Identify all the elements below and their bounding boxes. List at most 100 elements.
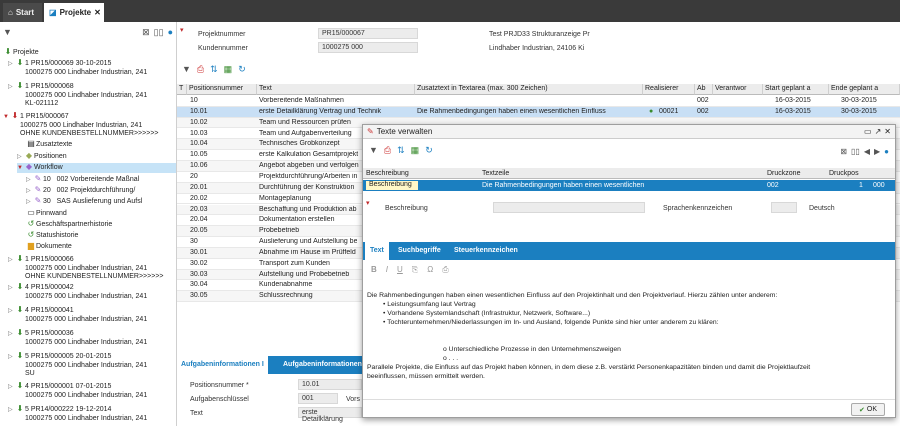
column-header[interactable]: Druckpos — [829, 170, 859, 177]
project-icon: ⬇ — [16, 282, 24, 291]
positionsnummer-field[interactable]: 10.01 — [298, 379, 362, 390]
project-icon: ⬇ — [16, 58, 24, 67]
project-title: Test PRJD33 Strukturanzeige Pr — [489, 31, 590, 38]
window-icon[interactable]: ▭ — [864, 127, 872, 136]
tree-workflow-step[interactable]: ▷ ✎ 20 002 Projektdurchführung/ — [26, 185, 135, 196]
tab-suchbegriffe[interactable]: Suchbegriffe — [393, 242, 446, 260]
column-header[interactable]: Zusatztext in Textarea (max. 300 Zeichen… — [415, 84, 643, 95]
refresh-icon[interactable]: ↻ — [425, 145, 433, 156]
table-row[interactable]: 10 Vorbereitende Maßnahmen 002 16-03-2015 30… — [177, 96, 900, 107]
beschreibung-label: Beschreibung — [385, 205, 428, 212]
binoculars-icon[interactable]: ▯▯ — [154, 27, 164, 38]
tree-project[interactable]: ▷ ⬇ 4 PR15/000041 1000275 000 Lindhaber Ind… — [8, 305, 147, 324]
tree-project[interactable]: ▷ ⬇ 1 PR15/000068 1000275 000 Lindhaber Ind… — [8, 81, 147, 109]
font-color-icon[interactable]: Ω — [427, 265, 433, 275]
paste-icon[interactable]: ⎘ — [412, 265, 418, 275]
sprache-value: Deutsch — [809, 205, 835, 212]
sort-icon[interactable]: ⇅ — [397, 145, 405, 156]
column-header[interactable]: Druckzone — [767, 170, 800, 177]
sprachenkennzeichen-field[interactable] — [771, 202, 797, 213]
tree-project[interactable]: ▷ ⬇ 5 PR14/000222 19-12-2014 1000275 000 Li… — [8, 404, 147, 423]
tree-item-pinnwand[interactable]: ▭Pinnwand — [26, 208, 67, 219]
tab-steuerkennzeichen[interactable]: Steuerkennzeichen — [449, 242, 523, 260]
projektnummer-label: Projektnummer — [198, 31, 246, 38]
workflow-icon: ◆ — [25, 162, 33, 171]
tree-project[interactable]: ▷ ⬇ 5 PR15/000036 1000275 000 Lindhaber Ind… — [8, 328, 147, 347]
filter-icon[interactable]: ▼ — [369, 145, 378, 156]
text-editor[interactable]: Die Rahmenbedingungen haben einen wesent… — [367, 291, 891, 381]
column-header[interactable]: Verantwor — [713, 84, 763, 95]
tree-item-history[interactable]: ↺ Geschäftspartnerhistorie — [26, 219, 113, 230]
beschreibung-field[interactable] — [493, 202, 645, 213]
print-icon[interactable]: ⎙ — [384, 145, 391, 156]
project-icon: ⬇ — [16, 351, 24, 360]
column-header[interactable]: Positionsnummer — [187, 84, 257, 95]
tree-root[interactable]: ⬇ Projekte — [3, 47, 39, 58]
filter-icon[interactable]: ▼ — [3, 27, 12, 37]
tree-item-dokumente[interactable]: ▆ Dokumente — [26, 241, 72, 252]
export-icon[interactable]: ▦ — [411, 145, 420, 156]
tab-start[interactable]: ⌂ Start — [3, 3, 42, 22]
column-header[interactable]: Text — [257, 84, 415, 95]
tab-aufgabeninformationen-2[interactable]: Aufgabeninformationen — [279, 356, 366, 374]
tab-text[interactable]: Text — [365, 242, 389, 260]
dialog-grid-row[interactable]: Beschreibung Die Rahmenbedingungen haben… — [363, 180, 895, 191]
tree-workflow-step[interactable]: ▷ ✎ 30 SAS Auslieferung und Aufsl — [26, 196, 142, 207]
project-tree-panel: ▼ ⊠ ▯▯ ● ⬇ Projekte ▷ ⬇ 1 PR15/000069 30-10… — [0, 22, 177, 426]
prev-icon[interactable]: ◀ — [864, 147, 870, 156]
column-header[interactable]: Textzeile — [482, 170, 509, 177]
check-icon: ✔ — [859, 406, 865, 414]
document-icon: ▤ — [27, 139, 35, 148]
dialog-toolbar: ▼ ⎙ ⇅ ▦ ↻ — [369, 145, 433, 156]
print-icon[interactable]: ⎙ — [442, 265, 448, 275]
column-header[interactable]: Ab — [695, 84, 713, 95]
project-icon: ⬇ — [11, 111, 19, 120]
column-header[interactable]: Start geplant a — [763, 84, 829, 95]
refresh-icon[interactable]: ↻ — [238, 64, 246, 75]
tree-project[interactable]: ▷ ⬇ 1 PR15/000069 30-10-2015 1000275 000 Li… — [8, 58, 147, 77]
column-header[interactable]: T — [177, 84, 187, 95]
filter-clear-icon[interactable]: ⊠ — [142, 27, 150, 38]
chart-icon: ◪ — [49, 8, 57, 17]
print-icon[interactable]: ⎙ — [197, 64, 204, 75]
kundennummer-field[interactable]: 1000275 000 — [318, 42, 418, 53]
underline-icon[interactable]: U — [397, 265, 403, 275]
tab-aufgabeninformationen-1[interactable]: Aufgabeninformationen I — [177, 356, 268, 374]
bold-icon[interactable]: B — [371, 265, 377, 275]
tab-projekte[interactable]: ◪ Projekte ✕ — [44, 3, 104, 22]
editor-toolbar: B I U ⎘ Ω ⎙ — [371, 265, 449, 275]
close-icon[interactable]: ✕ — [94, 8, 101, 17]
filter-icon[interactable]: ▼ — [182, 64, 191, 75]
project-icon: ⬇ — [4, 47, 12, 56]
filter-clear-icon[interactable]: ⊠ — [840, 147, 847, 156]
tree-item-workflow[interactable]: ▼ ◆ Workflow — [17, 162, 176, 173]
projektnummer-field[interactable]: PR15/000067 — [318, 28, 418, 39]
column-header[interactable]: Realisierer — [643, 84, 695, 95]
column-header[interactable]: Beschreibung — [366, 170, 409, 177]
aufgabenschluessel-extra: Vors — [346, 396, 361, 403]
tree-item-zusatztexte[interactable]: ▤Zusatztexte — [26, 139, 72, 150]
sort-icon[interactable]: ⇅ — [210, 64, 218, 75]
column-header[interactable]: Ende geplant a — [829, 84, 900, 95]
tree-project[interactable]: ▷ ⬇ 4 PR15/000042 1000275 000 Lindhaber Ind… — [8, 282, 147, 301]
tree-item-statushistorie[interactable]: ↺ Statushistorie — [26, 230, 79, 241]
beschreibung-cell-editor[interactable]: Beschreibung — [366, 181, 418, 190]
ok-button[interactable]: ✔ OK — [851, 403, 885, 416]
binoculars-icon[interactable]: ▯▯ — [851, 147, 860, 156]
export-icon[interactable]: ▦ — [224, 64, 233, 75]
table-row-selected[interactable]: 10.01 erste Detailklärung Vertrag und Tec… — [177, 107, 900, 118]
tree-project-expanded[interactable]: ▼ ⬇ 1 PR15/000067 1000275 000 Lindhaber Ind… — [3, 111, 159, 139]
tree-project[interactable]: ▷ ⬇ 5 PR15/000005 20-01-2015 1000275 000 Li… — [8, 351, 147, 379]
text-field[interactable]: erste Detailklärung — [298, 407, 362, 423]
tree-workflow-step[interactable]: ▷ ✎ 10 002 Vorbereitende Maßnal — [26, 174, 139, 185]
home-icon: ⌂ — [8, 8, 13, 17]
close-icon[interactable]: ✕ — [884, 127, 891, 136]
maximize-icon[interactable]: ↗ — [875, 127, 882, 136]
italic-icon[interactable]: I — [386, 265, 388, 275]
status-dot-icon: ● — [167, 27, 173, 37]
aufgabenschluessel-field[interactable]: 001 — [298, 393, 338, 404]
tree-project[interactable]: ▷ ⬇ 4 PR15/000001 07-01-2015 1000275 000 Li… — [8, 381, 147, 400]
tree-item-positionen[interactable]: ▷ ◆ Positionen — [17, 151, 67, 162]
tree-project[interactable]: ▷ ⬇ 1 PR15/000066 1000275 000 Lindhaber Ind… — [8, 254, 164, 282]
next-icon[interactable]: ▶ — [874, 147, 880, 156]
